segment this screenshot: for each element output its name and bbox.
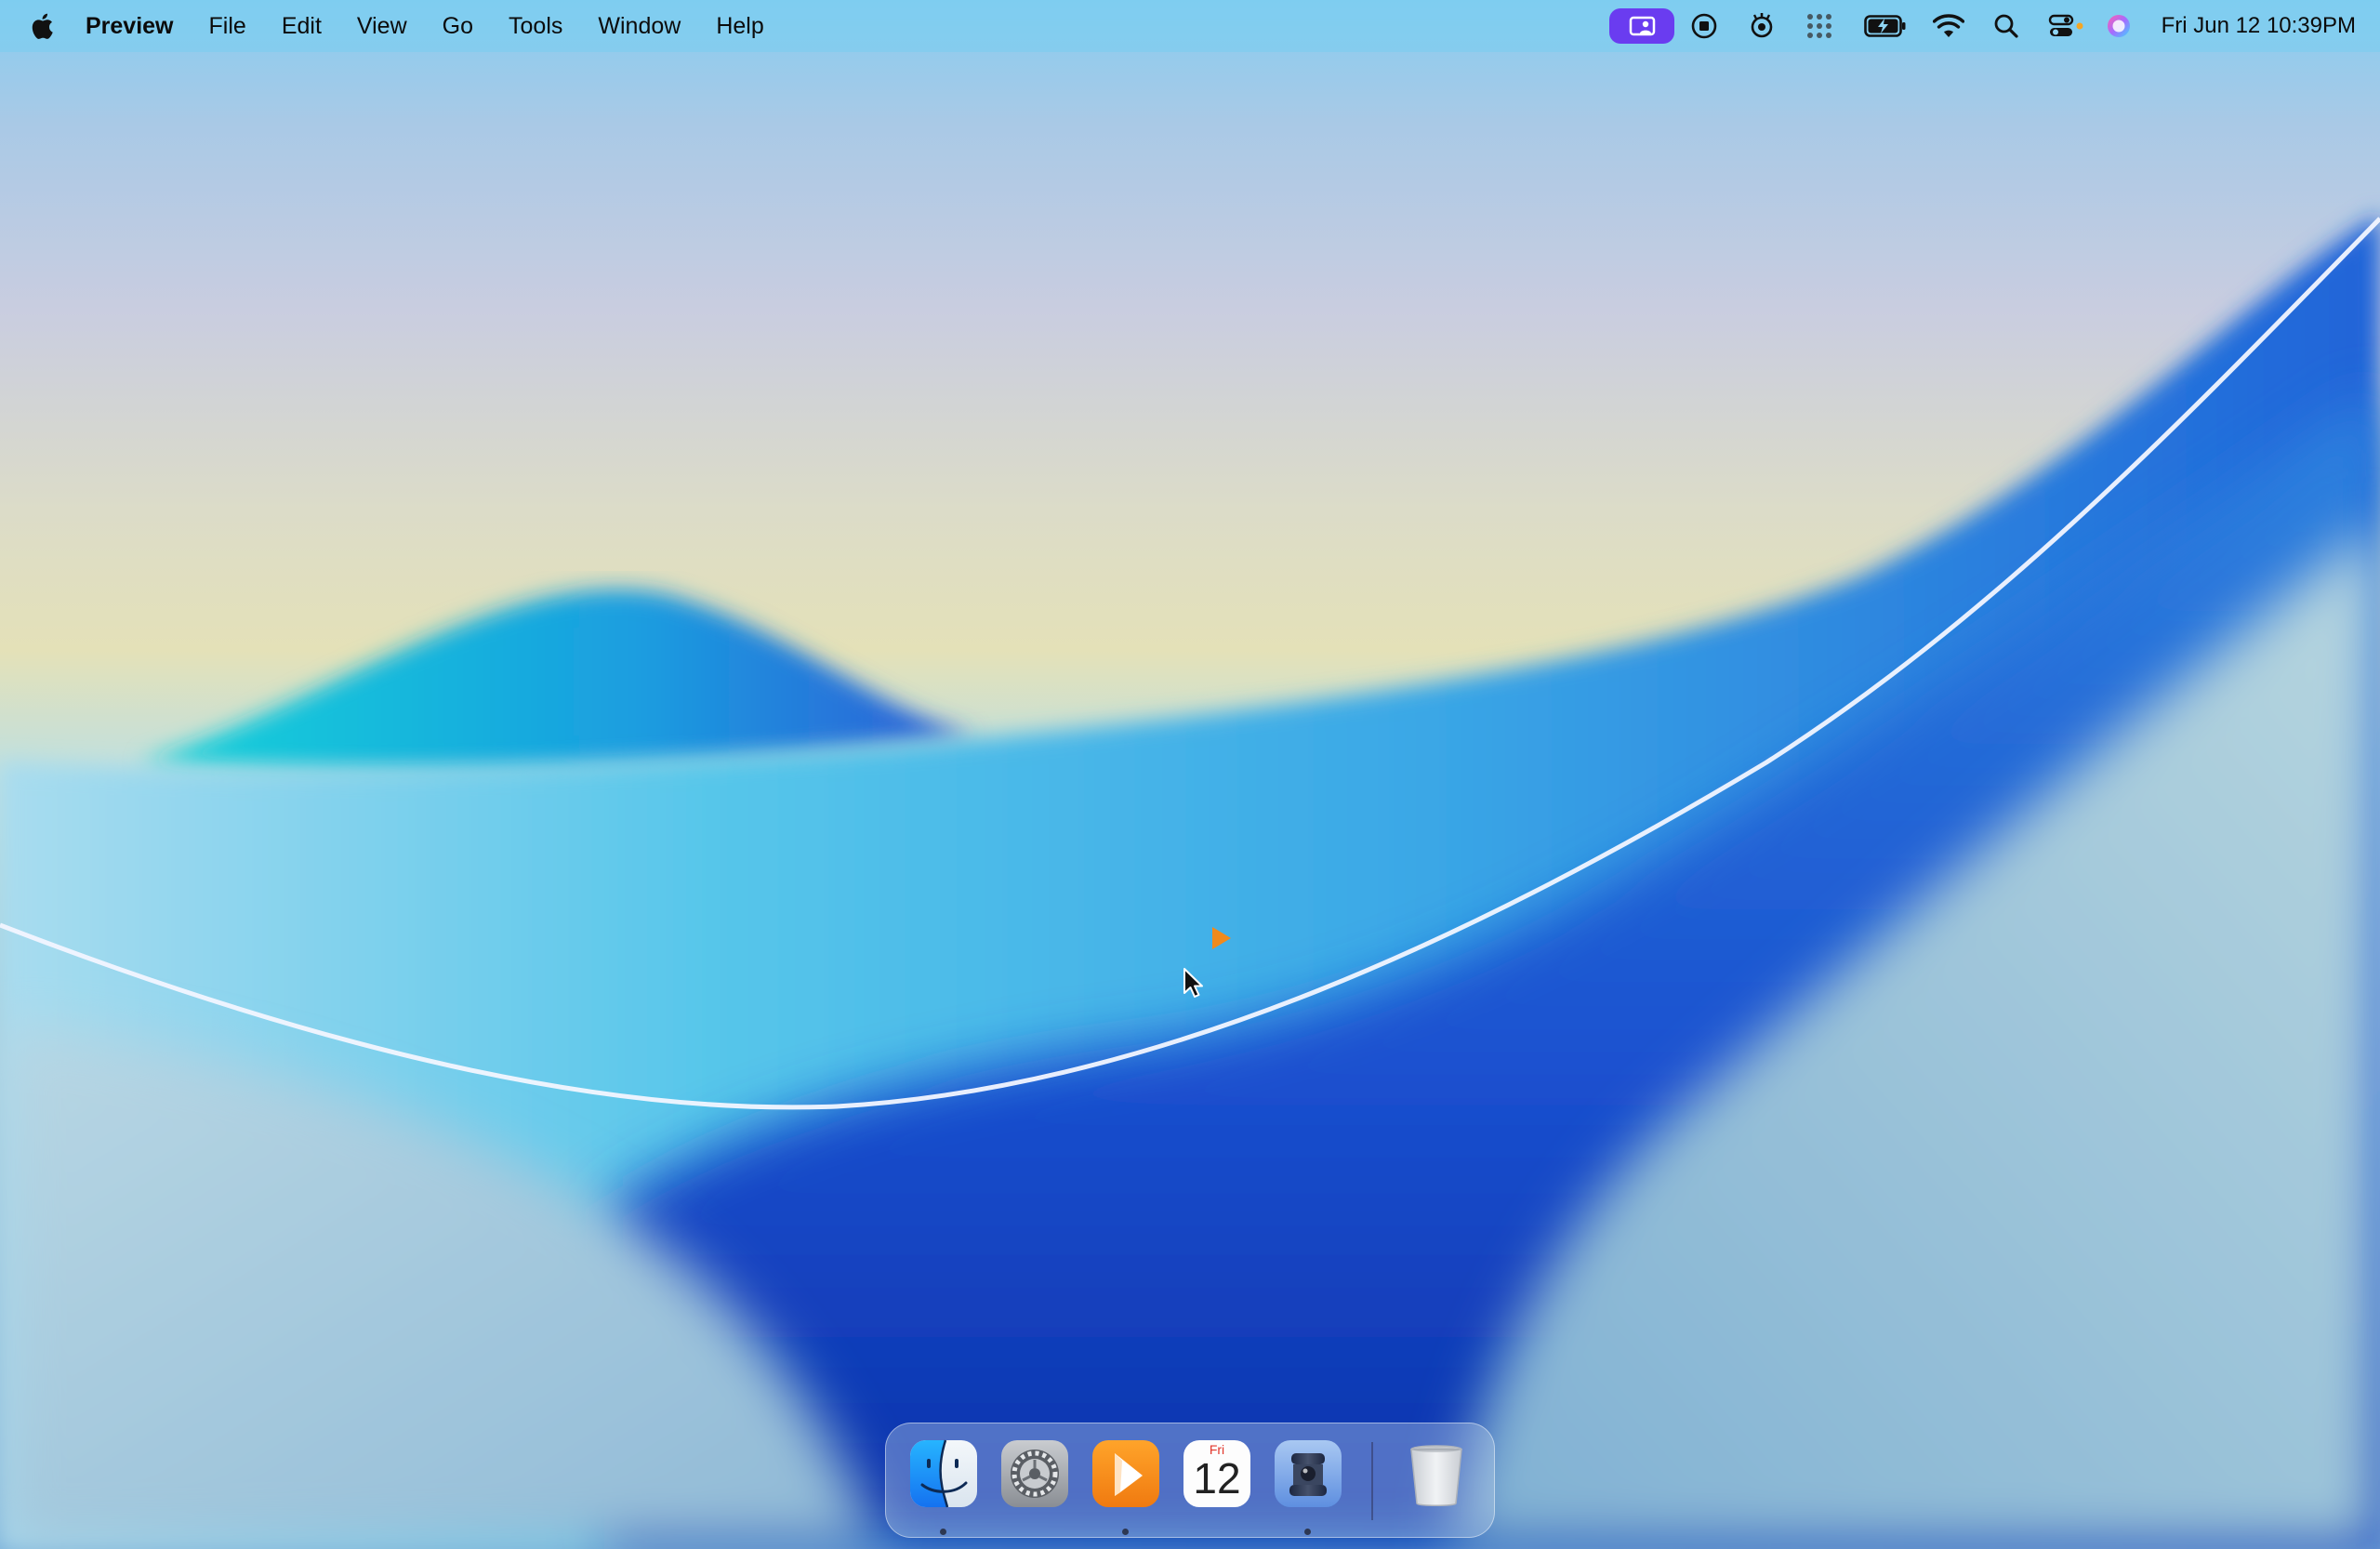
menu-window[interactable]: Window — [598, 13, 681, 40]
menu-bar-left: Preview File Edit View Go Tools Window H… — [0, 0, 800, 52]
desktop-wallpaper — [0, 0, 2380, 1549]
control-center-icon[interactable] — [2048, 0, 2085, 52]
dock-presentation-app[interactable] — [1091, 1438, 1161, 1509]
dock-system-settings[interactable] — [999, 1438, 1070, 1509]
menu-edit[interactable]: Edit — [282, 13, 322, 40]
mouse-cursor-icon — [1183, 968, 1203, 998]
orange-pointer-marker-icon — [1212, 927, 1231, 949]
dock-calendar[interactable]: Fri 12 — [1182, 1438, 1252, 1509]
siri-icon[interactable] — [2104, 0, 2134, 52]
dock-finder[interactable] — [908, 1438, 979, 1509]
preview-app-running-indicator — [1304, 1529, 1311, 1535]
apple-menu-icon[interactable] — [30, 10, 58, 42]
dock-preview-app[interactable] — [1273, 1438, 1343, 1509]
preview-app-icon — [1275, 1440, 1342, 1507]
menu-bar-status-area: Fri Jun 12 10:39PM — [1608, 0, 2380, 52]
focus-target-icon[interactable] — [1745, 0, 1778, 52]
menu-go[interactable]: Go — [443, 13, 473, 40]
presentation-app-icon — [1092, 1440, 1159, 1507]
dock-separator — [1371, 1442, 1373, 1520]
menu-help[interactable]: Help — [716, 13, 763, 40]
menu-view[interactable]: View — [357, 13, 407, 40]
battery-charging-icon[interactable] — [1863, 0, 1907, 52]
app-menu-preview[interactable]: Preview — [86, 13, 174, 40]
trash-icon — [1410, 1445, 1462, 1506]
finder-running-indicator — [940, 1529, 946, 1535]
menu-tools[interactable]: Tools — [509, 13, 562, 40]
finder-icon — [910, 1439, 977, 1508]
screen-record-icon[interactable] — [1687, 0, 1721, 52]
wifi-icon[interactable] — [1931, 0, 1966, 52]
menu-bar-clock[interactable]: Fri Jun 12 10:39PM — [2162, 13, 2356, 39]
menu-file[interactable]: File — [209, 13, 246, 40]
dock: Fri 12 — [885, 1423, 1495, 1538]
menu-bar: Preview File Edit View Go Tools Window H… — [0, 0, 2380, 52]
app-grid-icon[interactable] — [1803, 0, 1836, 52]
screen-sharing-icon[interactable] — [1608, 0, 1674, 52]
spotlight-search-icon[interactable] — [1990, 0, 2022, 52]
calendar-date-label: 12 — [1193, 1454, 1241, 1503]
gear-icon — [1001, 1440, 1068, 1507]
dock-trash[interactable] — [1401, 1438, 1472, 1509]
presentation-app-running-indicator — [1122, 1529, 1129, 1535]
